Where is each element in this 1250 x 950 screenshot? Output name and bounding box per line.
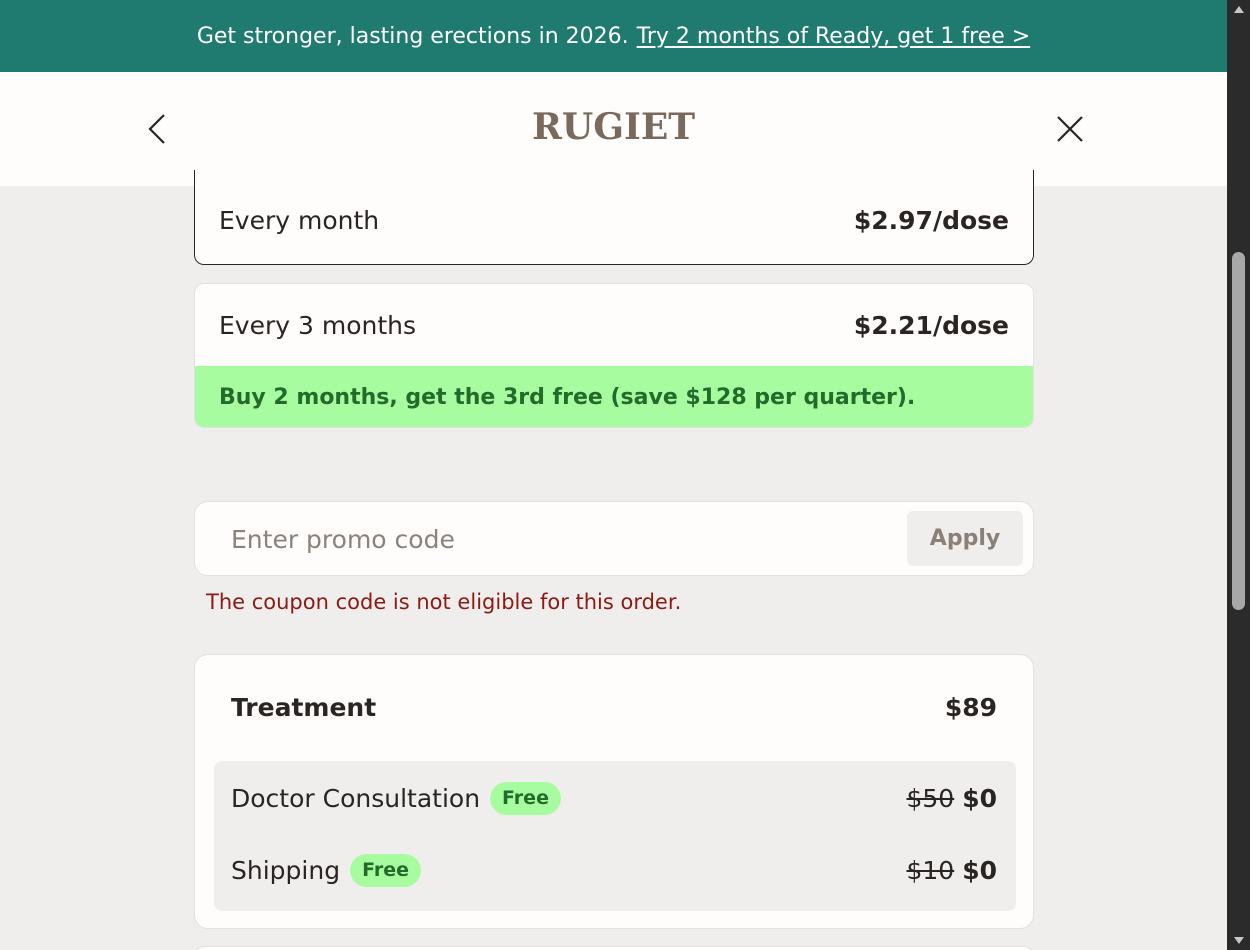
discounted-price: $0 xyxy=(962,783,997,813)
triangle-down-icon xyxy=(1233,937,1244,944)
plan-option-monthly[interactable]: Every month $2.97/dose xyxy=(194,170,1034,265)
summary-header: Treatment $89 xyxy=(231,693,997,722)
summary-title: Treatment xyxy=(231,693,377,722)
scrollbar[interactable] xyxy=(1227,0,1250,950)
plan-row: Every 3 months $2.21/dose xyxy=(195,284,1033,366)
promo-banner: Get stronger, lasting erections in 2026.… xyxy=(0,0,1227,72)
promo-banner-text: Get stronger, lasting erections in 2026. xyxy=(196,23,629,49)
fee-row-consultation: Doctor Consultation Free $50 $0 xyxy=(231,778,997,818)
plan-option-quarterly[interactable]: Every 3 months $2.21/dose Buy 2 months, … xyxy=(194,283,1034,428)
fees-list: Doctor Consultation Free $50 $0 Shipping… xyxy=(214,761,1016,911)
brand-logo[interactable]: RUGIET xyxy=(0,106,1227,148)
header: RUGIET xyxy=(0,72,1227,186)
original-price: $50 xyxy=(906,783,955,813)
apply-button[interactable]: Apply xyxy=(907,511,1023,566)
plan-price: $2.97/dose xyxy=(853,206,1009,235)
plan-label: Every month xyxy=(219,206,380,235)
plan-promo-message: Buy 2 months, get the 3rd free (save $12… xyxy=(195,366,1033,427)
summary-total: $89 xyxy=(944,693,997,722)
close-icon xyxy=(1057,116,1083,142)
free-badge: Free xyxy=(490,781,561,815)
promo-banner-link[interactable]: Try 2 months of Ready, get 1 free > xyxy=(637,24,1031,49)
promo-code-box: Apply xyxy=(194,501,1034,576)
next-section-card xyxy=(194,946,1034,950)
triangle-up-icon xyxy=(1233,6,1244,13)
fee-row-shipping: Shipping Free $10 $0 xyxy=(231,850,997,890)
discounted-price: $0 xyxy=(962,855,997,885)
fee-label: Doctor Consultation xyxy=(231,783,481,813)
free-badge: Free xyxy=(350,853,421,887)
checkout-page: Get stronger, lasting erections in 2026.… xyxy=(0,0,1227,950)
plan-row: Every month $2.97/dose xyxy=(195,170,1033,264)
scrollbar-thumb[interactable] xyxy=(1232,252,1245,610)
scroll-up-button[interactable] xyxy=(1227,0,1250,20)
close-button[interactable] xyxy=(1050,109,1090,149)
original-price: $10 xyxy=(906,855,955,885)
plan-price: $2.21/dose xyxy=(853,310,1009,340)
coupon-error-message: The coupon code is not eligible for this… xyxy=(206,590,682,614)
plan-label: Every 3 months xyxy=(219,310,417,340)
fee-label: Shipping xyxy=(231,855,341,885)
order-summary: Treatment $89 Doctor Consultation Free $… xyxy=(194,654,1034,929)
promo-code-input[interactable] xyxy=(217,514,897,564)
scroll-down-button[interactable] xyxy=(1227,930,1250,950)
